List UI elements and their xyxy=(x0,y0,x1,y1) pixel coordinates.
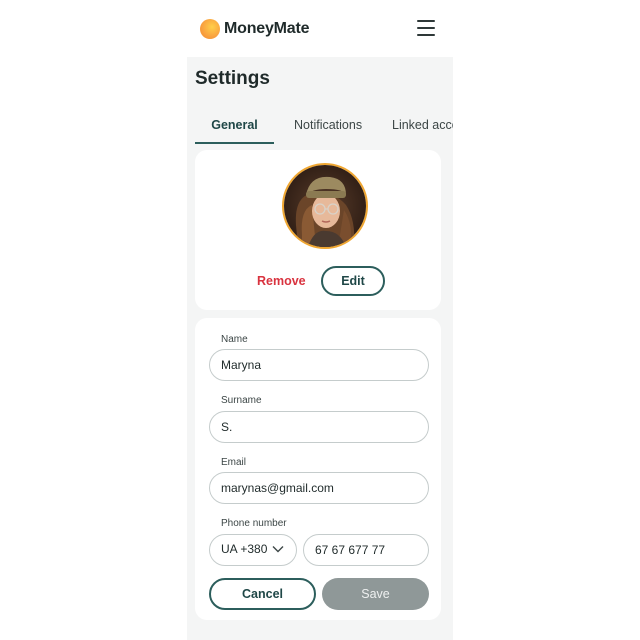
tab-linked-accounts[interactable]: Linked accounts xyxy=(392,108,453,142)
tab-general[interactable]: General xyxy=(195,108,274,144)
name-label: Name xyxy=(221,334,248,345)
phone-number-label: Phone number xyxy=(221,518,287,529)
surname-field[interactable] xyxy=(209,411,429,443)
profile-form-card: Name Surname Email Phone number UA +380 … xyxy=(195,318,441,620)
country-code-select[interactable]: UA +380 xyxy=(209,534,297,566)
brand-name: MoneyMate xyxy=(224,20,310,37)
app-header: MoneyMate xyxy=(187,0,453,57)
settings-tabs: General Notifications Linked accounts xyxy=(195,108,453,144)
profile-photo-card: Remove Edit xyxy=(195,150,441,310)
avatar-image xyxy=(284,165,366,247)
chevron-down-icon xyxy=(272,546,284,553)
brand-logo-icon xyxy=(200,19,220,39)
remove-photo-button[interactable]: Remove xyxy=(257,274,306,288)
surname-label: Surname xyxy=(221,395,262,406)
name-field[interactable] xyxy=(209,349,429,381)
country-code-value: UA +380 xyxy=(221,542,268,556)
save-button[interactable]: Save xyxy=(322,578,429,610)
cancel-button[interactable]: Cancel xyxy=(209,578,316,610)
tab-notifications[interactable]: Notifications xyxy=(294,108,362,142)
phone-number-field[interactable] xyxy=(303,534,429,566)
hamburger-menu-icon[interactable] xyxy=(417,20,435,36)
avatar xyxy=(282,163,368,249)
mobile-screen: MoneyMate Settings General Notifications… xyxy=(187,0,453,640)
page-title: Settings xyxy=(195,68,270,89)
email-label: Email xyxy=(221,457,247,468)
edit-photo-button[interactable]: Edit xyxy=(321,266,385,296)
email-field[interactable] xyxy=(209,472,429,504)
